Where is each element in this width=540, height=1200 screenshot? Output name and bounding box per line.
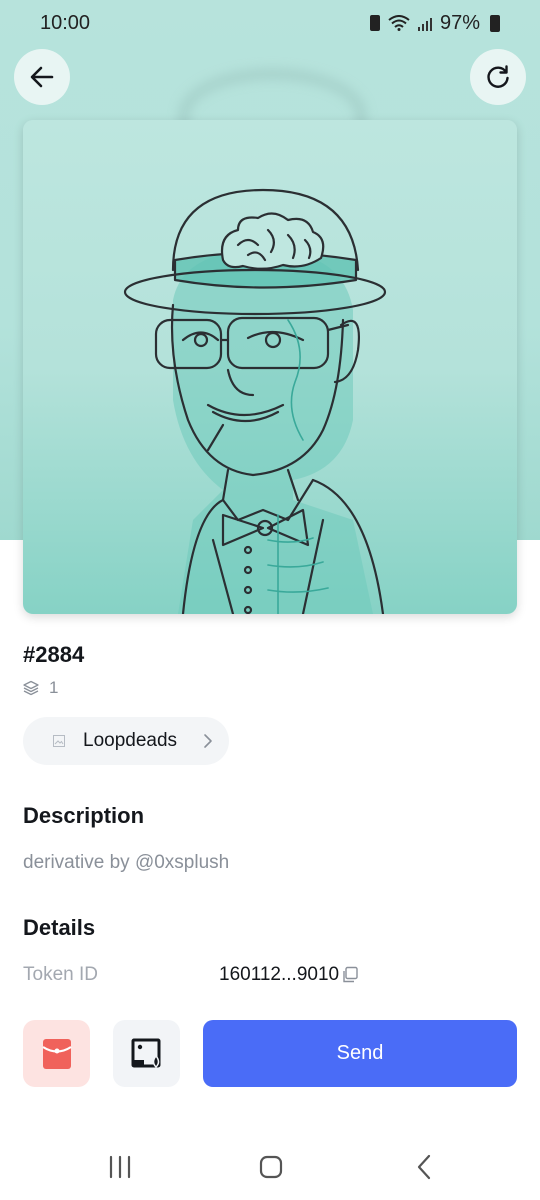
description-heading: Description [23, 803, 145, 828]
token-id-value: 160112...9010 [219, 964, 359, 986]
collection-chip[interactable]: Loopdeads [23, 717, 229, 765]
refresh-button[interactable] [470, 49, 526, 105]
collection-name: Loopdeads [83, 730, 178, 751]
quantity-value: 1 [49, 678, 59, 697]
red-packet-icon [41, 1038, 72, 1069]
back-icon[interactable] [415, 1154, 433, 1180]
details-heading: Details [23, 915, 96, 940]
send-button[interactable]: Send [203, 1020, 517, 1087]
refresh-icon [487, 65, 509, 88]
nft-image[interactable] [23, 120, 517, 614]
layers-icon [23, 680, 39, 696]
status-bar: 10:00 97% [0, 0, 540, 46]
status-time: 10:00 [40, 11, 91, 34]
arrow-left-icon [30, 66, 54, 88]
wifi-icon [388, 15, 410, 31]
image-upload-button[interactable] [113, 1020, 180, 1087]
image-upload-icon [131, 1038, 160, 1068]
battery-saver-icon [369, 15, 380, 31]
back-button[interactable] [14, 49, 70, 105]
token-title: #2884 [23, 642, 85, 667]
nft-artwork [123, 188, 387, 614]
copy-icon[interactable] [341, 966, 359, 984]
quantity-row: 1 [23, 678, 58, 698]
image-placeholder-icon [53, 735, 65, 747]
description-text: derivative by @0xsplush [23, 852, 230, 873]
red-packet-button[interactable] [23, 1020, 90, 1087]
recent-apps-icon[interactable] [108, 1154, 132, 1180]
status-icons: 97% [369, 11, 500, 35]
navigation-bar [0, 1140, 540, 1200]
battery-percent: 97% [439, 11, 480, 34]
chevron-right-icon [204, 734, 212, 748]
signal-icon [417, 15, 432, 31]
battery-icon [490, 14, 500, 32]
home-icon[interactable] [259, 1154, 283, 1180]
token-id-label: Token ID [23, 964, 98, 985]
token-id-text: 160112...9010 [219, 964, 340, 985]
